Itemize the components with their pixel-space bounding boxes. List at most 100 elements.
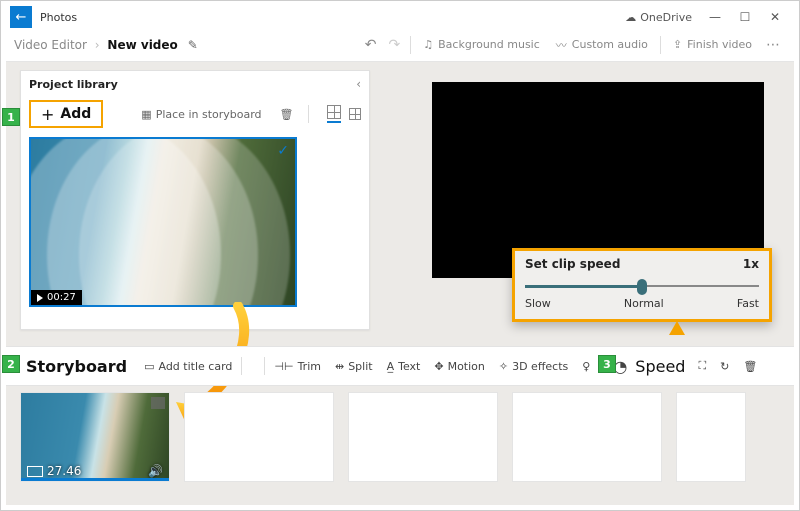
motion-label: Motion	[448, 360, 485, 373]
plus-icon: +	[41, 105, 54, 124]
trim-button[interactable]: ⊣⊢ Trim	[267, 347, 328, 385]
text-label: Text	[398, 360, 420, 373]
delete-media-button[interactable]: 🗑	[274, 101, 300, 127]
callout-badge-3: 3	[598, 355, 616, 373]
trim-icon: ⊣⊢	[274, 360, 293, 373]
callout-badge-1: 1	[2, 108, 20, 126]
library-clip-thumbnail[interactable]: ✓ 00:27	[29, 137, 297, 307]
drag-handle-icon[interactable]	[151, 397, 165, 409]
split-button[interactable]: ⇹Split	[328, 347, 380, 385]
3d-effects-label: 3D effects	[512, 360, 568, 373]
onedrive-status[interactable]: ☁ OneDrive	[625, 11, 692, 24]
storyboard-empty-slot[interactable]	[348, 392, 498, 482]
storyboard-insert-icon: ▦	[141, 108, 151, 121]
window-close-button[interactable]: ✕	[760, 10, 790, 24]
sparkle-icon: ✧	[499, 360, 508, 373]
add-title-card-label: Add title card	[158, 360, 232, 373]
undo-icon: ↶	[365, 37, 377, 53]
window-minimize-button[interactable]: —	[700, 10, 730, 24]
filters-button[interactable]: ♀	[575, 347, 597, 385]
clip-duration-value: 00:27	[47, 292, 76, 303]
volume-icon[interactable]: 🔊	[148, 464, 163, 478]
text-icon: A̲	[387, 360, 395, 373]
storyboard-empty-slot[interactable]	[676, 392, 746, 482]
custom-audio-label: Custom audio	[572, 38, 648, 51]
add-media-button[interactable]: + Add	[29, 100, 103, 128]
breadcrumb-current: New video	[107, 38, 177, 52]
back-button[interactable]: ←	[10, 6, 32, 28]
custom-audio-button[interactable]: 〰 Custom audio	[548, 28, 656, 61]
play-icon	[37, 294, 43, 302]
redo-button[interactable]: ↷	[383, 28, 407, 61]
delete-clip-button[interactable]: 🗑	[736, 347, 764, 385]
title-card-icon: ▭	[144, 360, 154, 373]
export-icon: ⇪	[673, 38, 682, 51]
finish-video-label: Finish video	[687, 38, 752, 51]
storyboard-title: Storyboard	[26, 357, 127, 376]
add-title-card-button[interactable]: ▭ Add title card	[137, 347, 239, 385]
aspect-ratio-icon	[27, 466, 43, 477]
add-media-label: Add	[60, 106, 91, 122]
rotate-icon: ↻	[720, 360, 729, 373]
back-arrow-icon: ←	[16, 10, 27, 25]
clip-speed-slider[interactable]	[525, 277, 759, 295]
view-small-thumbnails-button[interactable]	[349, 108, 361, 120]
window-titlebar: ← Photos ☁ OneDrive — ☐ ✕	[6, 6, 794, 28]
storyboard-strip: 27.46 🔊	[20, 392, 780, 486]
slider-label-normal: Normal	[624, 297, 664, 310]
audio-waves-icon: 〰	[556, 37, 567, 53]
editor-main: 1 2 3 Project library ‹ + Add ▦ Place in…	[6, 62, 794, 505]
project-library-panel: Project library ‹ + Add ▦ Place in story…	[20, 70, 370, 330]
storyboard-toolbar: Storyboard ▭ Add title card ⊣⊢ Trim ⇹Split…	[6, 346, 794, 386]
clip-speed-value: 1x	[743, 257, 759, 271]
place-in-storyboard-button[interactable]: ▦ Place in storyboard	[135, 101, 267, 127]
editor-header: Video Editor › New video ✎ ↶ ↷ ♫ Backgrou…	[6, 28, 794, 62]
rotate-button[interactable]: ↻	[713, 347, 736, 385]
ellipsis-icon: ⋯	[766, 37, 780, 53]
crop-icon: ⛶	[698, 359, 706, 373]
split-icon: ⇹	[335, 360, 344, 373]
motion-button[interactable]: ✥ Motion	[427, 347, 492, 385]
slider-knob[interactable]	[637, 279, 647, 295]
undo-button[interactable]: ↶	[359, 28, 383, 61]
place-in-storyboard-label: Place in storyboard	[156, 108, 262, 121]
onedrive-label: OneDrive	[640, 11, 692, 24]
more-options-button[interactable]: ⋯	[760, 28, 786, 61]
project-library-title: Project library	[29, 78, 356, 91]
clip-speed-popover: Set clip speed 1x Slow Normal Fast	[512, 248, 772, 322]
finish-video-button[interactable]: ⇪ Finish video	[665, 28, 760, 61]
slider-label-fast: Fast	[737, 297, 759, 310]
background-music-button[interactable]: ♫ Background music	[415, 28, 548, 61]
rename-icon[interactable]: ✎	[188, 38, 198, 52]
motion-icon: ✥	[434, 360, 443, 373]
music-note-icon: ♫	[423, 38, 433, 51]
storyboard-clip-duration: 27.46	[43, 464, 148, 478]
chevron-right-icon: ›	[95, 38, 100, 52]
crop-button[interactable]: ⛶	[691, 347, 713, 385]
storyboard-clip[interactable]: 27.46 🔊	[20, 392, 170, 482]
text-button[interactable]: A̲Text	[380, 347, 428, 385]
callout-badge-2: 2	[2, 355, 20, 373]
clip-duration-badge: 00:27	[31, 290, 82, 305]
redo-icon: ↷	[389, 37, 401, 53]
speed-button[interactable]: ◔ Speed	[611, 347, 691, 385]
breadcrumb-root[interactable]: Video Editor	[14, 38, 87, 52]
speed-label: Speed	[635, 357, 685, 376]
storyboard-empty-slot[interactable]	[184, 392, 334, 482]
clip-speed-title: Set clip speed	[525, 257, 620, 271]
3d-effects-button[interactable]: ✧ 3D effects	[492, 347, 575, 385]
background-music-label: Background music	[438, 38, 540, 51]
slider-label-slow: Slow	[525, 297, 551, 310]
app-title: Photos	[40, 11, 77, 24]
breadcrumb: Video Editor › New video	[14, 38, 178, 52]
window-maximize-button[interactable]: ☐	[730, 10, 760, 24]
storyboard-empty-slot[interactable]	[512, 392, 662, 482]
chevron-left-icon: ‹	[356, 77, 361, 91]
grid-large-icon	[327, 105, 341, 119]
trim-label: Trim	[298, 360, 321, 373]
trash-icon: 🗑	[743, 360, 757, 373]
view-large-thumbnails-button[interactable]	[327, 105, 341, 123]
collapse-panel-button[interactable]: ‹	[356, 77, 361, 91]
grid-small-icon	[349, 108, 361, 120]
trash-icon: 🗑	[280, 108, 294, 121]
